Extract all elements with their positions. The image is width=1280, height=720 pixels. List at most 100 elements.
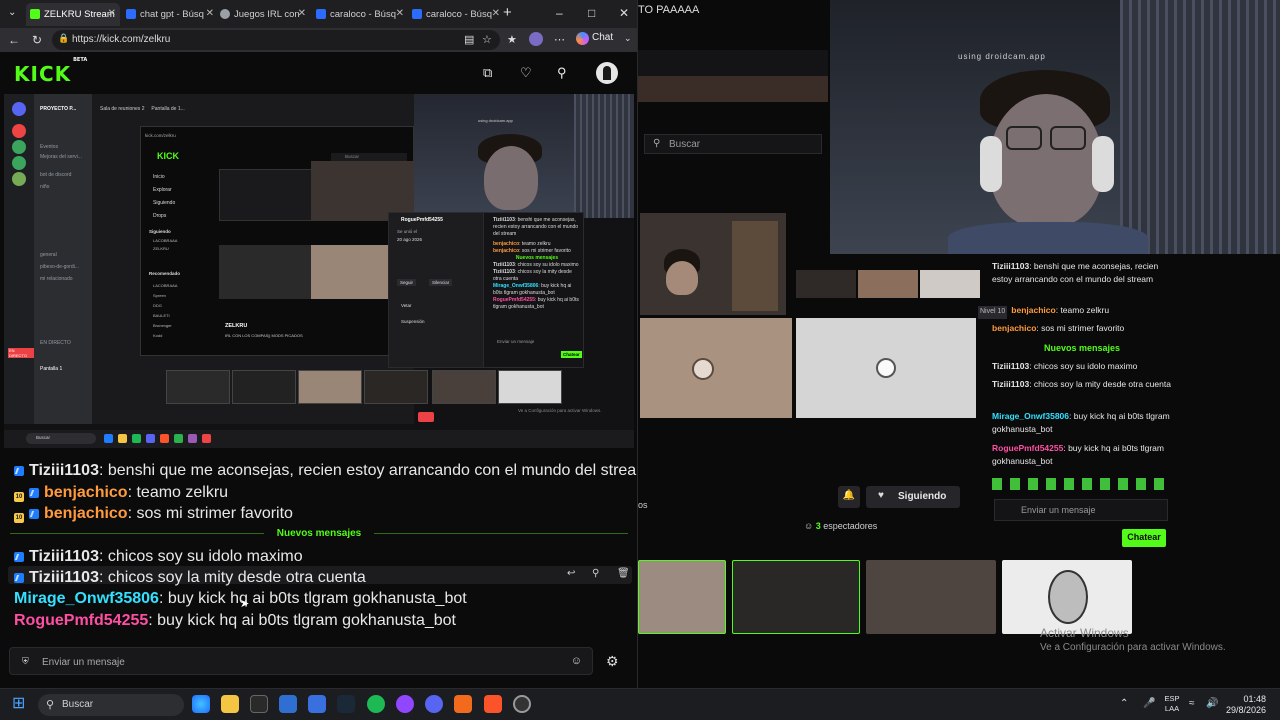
dc-live-badge: EN DIRECTO — [8, 348, 34, 358]
app-icon[interactable] — [513, 695, 531, 713]
nested-kick-page: kick.com/zelkru KICK Buscar Inicio Explor… — [140, 126, 415, 356]
bg-video-tile-2 — [796, 270, 856, 298]
delete-icon[interactable]: 🗑 — [617, 568, 630, 579]
heart-icon[interactable]: ♡ — [520, 65, 532, 81]
app-icon[interactable] — [279, 695, 297, 713]
reload-icon[interactable]: ↻ — [32, 33, 42, 47]
discord-icon[interactable] — [425, 695, 443, 713]
tab-caraloco-search-1[interactable]: caraloco - Búsq ✕ — [312, 3, 408, 26]
beta-badge: BETA — [73, 57, 88, 64]
chat-username[interactable]: Tiziii1103 — [29, 548, 99, 565]
brave-icon[interactable] — [484, 695, 502, 713]
chat-text: : benshi que me aconsejas, recien estoy … — [98, 462, 638, 479]
chat-message-input[interactable] — [42, 652, 562, 672]
microphone-icon[interactable]: 🎤 — [1143, 698, 1155, 709]
tab-zelkru-stream[interactable]: ZELKRU Stream ✕ — [26, 3, 120, 26]
maximize-icon[interactable]: □ — [588, 6, 595, 20]
chevron-up-icon[interactable]: ⌃ — [1120, 698, 1128, 709]
emoji-icon[interactable]: ☺ — [571, 655, 582, 667]
chat-message: RoguePmfd54255: buy kick hq ai b0ts tlgr… — [14, 612, 456, 630]
chat-message: 10 benjachico: sos mi strimer favorito — [14, 505, 293, 523]
search-icon[interactable]: ⚲ — [557, 65, 567, 81]
search-favicon-icon — [126, 9, 136, 19]
reader-icon[interactable]: ▤ — [464, 33, 474, 46]
bg-activate-text: Ve a Configuración para activar Windows. — [1040, 642, 1226, 653]
close-icon[interactable]: ✕ — [108, 8, 116, 19]
gear-icon[interactable]: ⚙ — [606, 653, 619, 670]
page-favicon-icon — [220, 9, 230, 19]
url-text: https://kick.com/zelkru — [72, 34, 171, 45]
chat-username[interactable]: benjachico — [44, 505, 128, 522]
taskbar-clock[interactable]: 01:48 29/8/2026 — [1220, 694, 1266, 716]
browse-icon[interactable]: ⧉ — [483, 65, 492, 81]
search-icon: ⚲ — [653, 138, 661, 149]
windows-start-icon[interactable]: ⊞ — [12, 693, 30, 712]
bg-chat-line: Mirage_Onwf35806: buy kick hq ai b0ts tl… — [992, 411, 1170, 434]
user-avatar[interactable] — [596, 62, 618, 84]
kick-logo[interactable]: KICKBETA — [14, 57, 87, 86]
spotify-icon[interactable] — [367, 695, 385, 713]
bg-sidebar-fragment: os — [638, 500, 648, 510]
chat-text: : teamo zelkru — [127, 484, 229, 501]
leave-call-icon — [418, 412, 434, 422]
reply-icon[interactable]: ↩ — [567, 568, 575, 579]
favorites-icon[interactable]: ★ — [507, 33, 517, 46]
epic-games-icon[interactable] — [250, 695, 268, 713]
nested-thumb — [432, 370, 496, 404]
store-icon[interactable] — [308, 695, 326, 713]
more-icon[interactable]: ⋯ — [554, 33, 565, 46]
dc-live-label: EN DIRECTO — [40, 340, 71, 346]
bg-video-tile-1 — [640, 213, 786, 315]
taskbar-search[interactable]: ⚲ Buscar — [38, 694, 184, 716]
search-icon: ⚲ — [46, 699, 55, 711]
bell-icon: 🔔 — [838, 486, 860, 508]
url-field[interactable]: 🔒 https://kick.com/zelkru — [52, 30, 500, 50]
close-icon[interactable]: ✕ — [396, 8, 404, 19]
bg-chat-line: Tiziii1103: benshi que me aconsejas, rec… — [992, 261, 1159, 284]
bg-chat-line: Tiziii1103: chicos soy su idolo maximo — [992, 361, 1138, 371]
language-indicator[interactable]: ESP LAA — [1162, 694, 1182, 714]
obs-icon[interactable] — [396, 695, 414, 713]
bg-search-input: ⚲ Buscar — [644, 134, 822, 154]
mouse-cursor-icon: ➤ — [240, 598, 250, 610]
profile-icon[interactable] — [529, 32, 543, 46]
chat-username[interactable]: benjachico — [44, 484, 128, 501]
close-icon[interactable]: ✕ — [206, 8, 214, 19]
close-icon[interactable]: ✕ — [298, 8, 306, 19]
minimize-icon[interactable]: – — [556, 6, 563, 20]
stream-background: TO PAAAAA ⚲ Buscar using droidcam.app Ti… — [638, 0, 1280, 688]
chat-username[interactable]: Tiziii1103 — [29, 462, 99, 479]
chevron-down-icon[interactable]: ⌄ — [8, 7, 16, 18]
edge-icon[interactable] — [192, 695, 210, 713]
file-explorer-icon[interactable] — [221, 695, 239, 713]
chevron-down-icon[interactable]: ⌄ — [624, 33, 632, 44]
steam-icon[interactable] — [337, 695, 355, 713]
bg-header-bar — [638, 50, 828, 76]
chat-username[interactable]: RoguePmfd54255 — [14, 612, 148, 629]
stream-video-player[interactable]: EN DIRECTO PROYECTO P... Eventos Mejoras… — [4, 94, 634, 448]
volume-icon[interactable]: 🔊 — [1206, 698, 1218, 709]
back-icon[interactable]: ← — [8, 33, 20, 47]
tab-chatgpt-search[interactable]: chat gpt - Búsq ✕ — [122, 3, 218, 26]
new-messages-divider: Nuevos mensajes — [10, 528, 628, 539]
chat-input-wrapper: ⛨ ☺ — [9, 647, 593, 675]
tab-juegos-irl[interactable]: Juegos IRL con ✕ — [216, 3, 310, 26]
lock-icon: 🔒 — [58, 33, 70, 43]
tab-caraloco-search-2[interactable]: caraloco - Búsq ✕ — [408, 3, 504, 26]
chat-username[interactable]: Tiziii1103 — [29, 569, 99, 586]
copilot-chat-button[interactable]: Chat — [576, 32, 613, 45]
app-icon[interactable] — [454, 695, 472, 713]
bg-chat-button: Chatear — [1122, 529, 1166, 547]
chat-text: : buy kick hq ai b0ts tlgram gokhanusta_… — [158, 590, 467, 607]
chat-text: : sos mi strimer favorito — [127, 505, 293, 522]
close-window-icon[interactable]: ✕ — [619, 6, 629, 20]
close-icon[interactable]: ✕ — [492, 8, 500, 19]
nested-taskbar: Buscar — [4, 430, 634, 448]
chat-username[interactable]: Mirage_Onwf35806 — [14, 590, 159, 607]
wifi-icon[interactable]: ≈ — [1189, 698, 1195, 709]
webcam-feed: using droidcam.app — [830, 0, 1280, 254]
bg-nivel-tag: Nivel 10 — [978, 306, 1008, 319]
star-icon[interactable]: ☆ — [482, 33, 492, 46]
pin-icon[interactable]: ⚲ — [592, 568, 599, 579]
new-tab-icon[interactable]: + — [503, 4, 512, 21]
